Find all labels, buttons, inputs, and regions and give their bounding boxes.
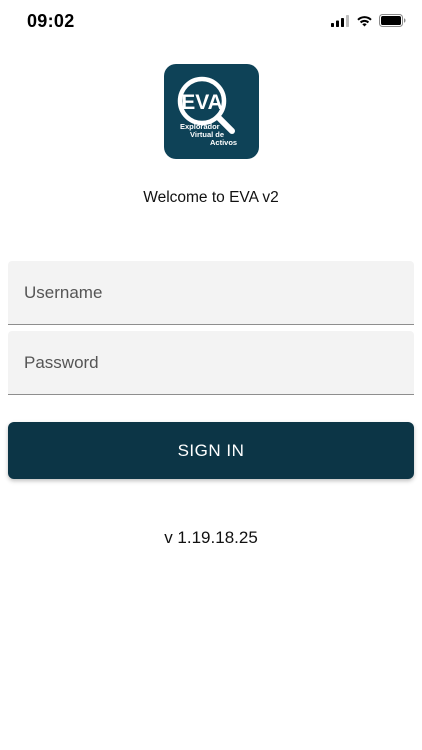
status-time: 09:02 <box>27 11 75 31</box>
cellular-signal-icon <box>331 14 350 27</box>
username-input[interactable] <box>8 261 414 324</box>
battery-icon <box>379 14 406 27</box>
password-field-container <box>8 331 414 395</box>
username-field-container <box>8 261 414 325</box>
status-icons <box>331 14 406 27</box>
wifi-icon <box>356 15 373 27</box>
logo-line-3: Activos <box>210 138 237 147</box>
app-logo: EVA Explorador Virtual de Activos <box>164 64 259 159</box>
password-input[interactable] <box>8 331 414 394</box>
welcome-title: Welcome to EVA v2 <box>143 189 279 206</box>
logo-main-text: EVA <box>181 91 223 114</box>
app-version: v 1.19.18.25 <box>164 528 258 547</box>
sign-in-button[interactable]: SIGN IN <box>8 422 414 479</box>
status-bar: 09:02 <box>0 0 422 44</box>
